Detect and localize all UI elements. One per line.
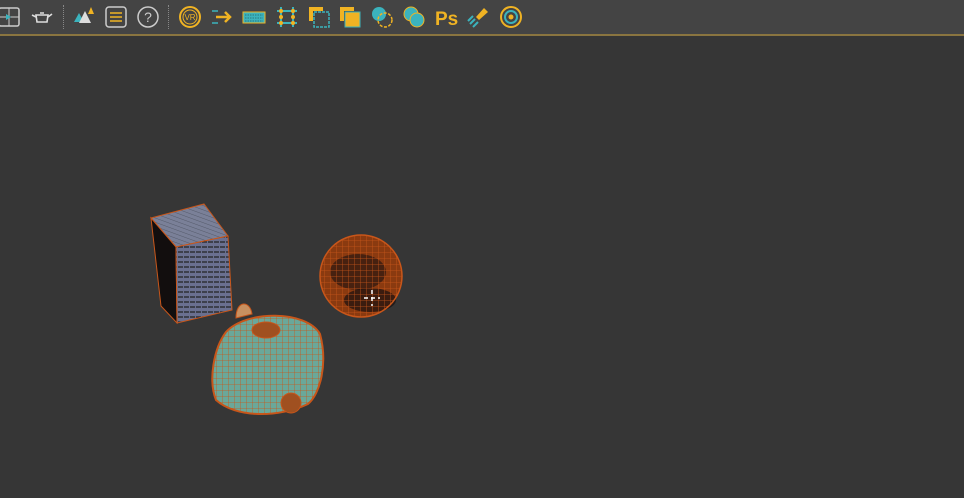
- teapot-icon: [31, 12, 53, 23]
- arrows-icon: [212, 10, 232, 24]
- spheres-outline-button[interactable]: [369, 4, 395, 30]
- photoshop-icon: Ps: [435, 9, 458, 29]
- lamp-button[interactable]: [465, 4, 491, 30]
- lamp-icon: [467, 8, 488, 28]
- teapot-object[interactable]: [211, 303, 325, 416]
- region-filled-button[interactable]: [337, 4, 363, 30]
- separator: [168, 5, 169, 29]
- help-button[interactable]: ?: [135, 4, 161, 30]
- separator: [63, 5, 64, 29]
- list-icon: [105, 6, 127, 28]
- trees-icon: [74, 7, 94, 23]
- target-icon: [500, 6, 522, 28]
- teapot-button[interactable]: [29, 4, 55, 30]
- region-outline-button[interactable]: [306, 4, 332, 30]
- sphere-object[interactable]: [319, 234, 403, 318]
- region-outline-icon: [309, 7, 330, 28]
- region-filled-icon: [340, 7, 361, 28]
- box-object[interactable]: [150, 203, 233, 325]
- viewport-layout-icon: [0, 7, 20, 27]
- target-button[interactable]: [498, 4, 524, 30]
- toolbar: ? VR Ps: [0, 0, 964, 36]
- grid-icon: [277, 7, 297, 27]
- vr-button[interactable]: VR: [177, 4, 203, 30]
- viewport[interactable]: [0, 36, 964, 498]
- vr-label: VR: [184, 13, 195, 22]
- spheres-filled-button[interactable]: [401, 4, 427, 30]
- list-button[interactable]: [103, 4, 129, 30]
- svg-text:?: ?: [144, 9, 152, 25]
- keyboard-icon: [242, 11, 266, 24]
- ps-label: Ps: [435, 9, 458, 29]
- viewport-layout-button[interactable]: [0, 4, 23, 30]
- trees-button[interactable]: [71, 4, 97, 30]
- help-icon: ?: [137, 6, 159, 28]
- photoshop-button[interactable]: Ps: [433, 4, 459, 30]
- spheres-filled-icon: [403, 6, 425, 28]
- spheres-outline-icon: [372, 7, 393, 28]
- grid-button[interactable]: [274, 4, 300, 30]
- vr-icon: VR: [179, 6, 201, 28]
- keyboard-button[interactable]: [241, 4, 267, 30]
- arrows-button[interactable]: [209, 4, 235, 30]
